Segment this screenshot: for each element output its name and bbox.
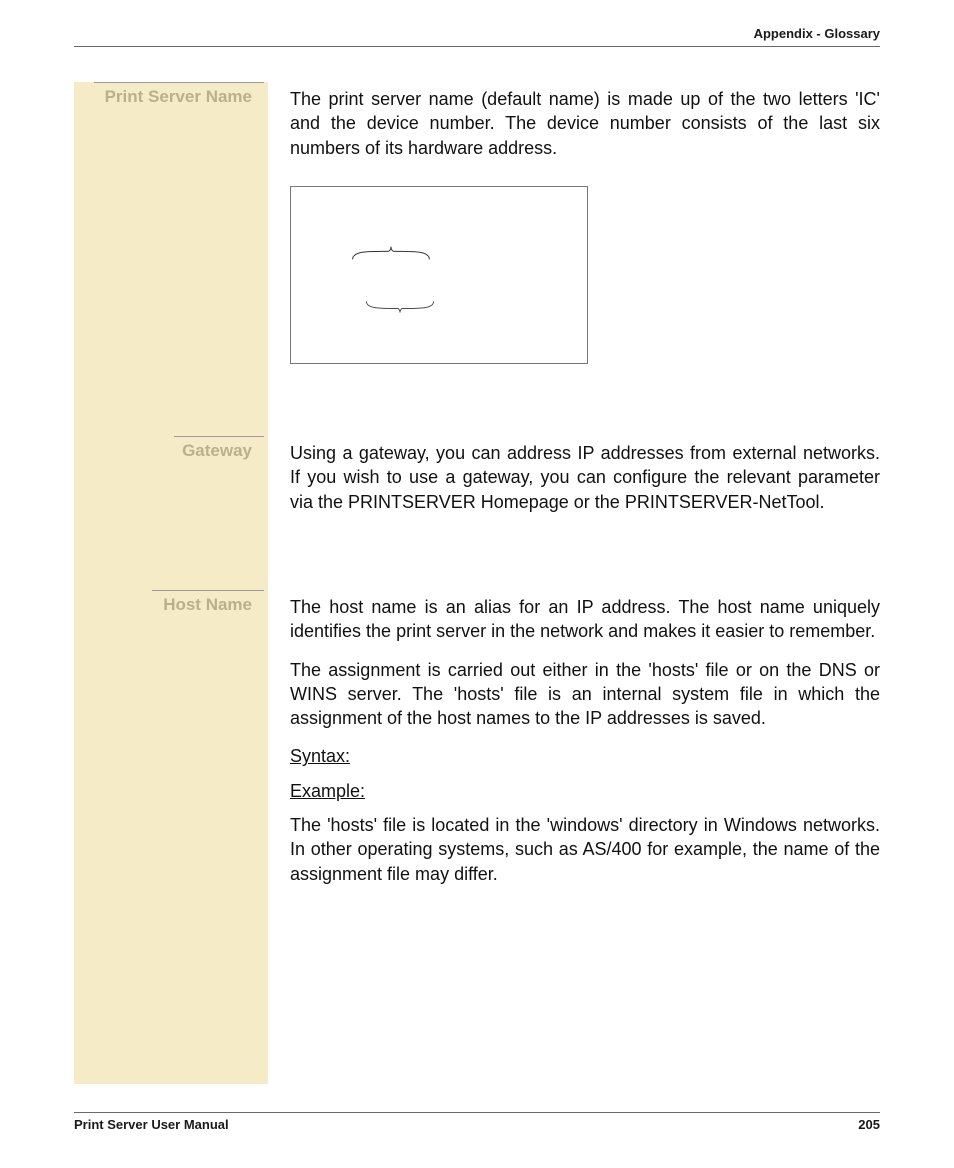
diagram-box — [290, 186, 588, 364]
body-text: The assignment is carried out either in … — [290, 658, 880, 731]
header-title: Appendix - Glossary — [754, 26, 880, 41]
sidebar-background — [74, 82, 268, 1084]
brace-top-icon — [349, 245, 433, 261]
footer-rule — [74, 1112, 880, 1113]
term-gateway: Gateway — [182, 441, 252, 460]
syntax-heading: Syntax: — [290, 744, 880, 768]
term-print-server-name: Print Server Name — [105, 87, 252, 106]
term-host-name: Host Name — [163, 595, 252, 614]
example-heading: Example: — [290, 779, 880, 803]
footer-manual-title: Print Server User Manual — [74, 1117, 229, 1132]
body-text: The 'hosts' file is located in the 'wind… — [290, 813, 880, 886]
footer-page-number: 205 — [858, 1117, 880, 1132]
header-rule — [74, 46, 880, 47]
brace-bottom-icon — [365, 299, 435, 315]
body-text: The host name is an alias for an IP addr… — [290, 595, 880, 644]
body-text: The print server name (default name) is … — [290, 87, 880, 160]
page: Appendix - Glossary Print Server Name Th… — [0, 0, 954, 1168]
footer: Print Server User Manual 205 — [74, 1112, 880, 1132]
body-text: Using a gateway, you can address IP addr… — [290, 441, 880, 514]
